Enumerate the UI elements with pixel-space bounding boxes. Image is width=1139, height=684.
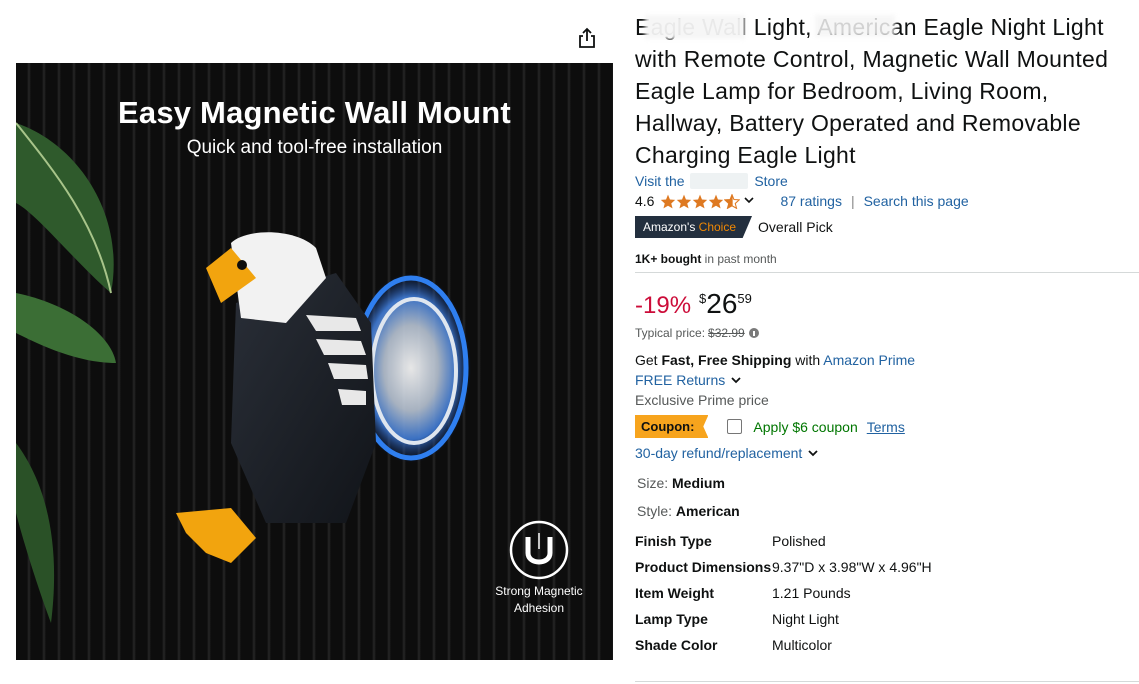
spec-row: Product Dimensions 9.37"D x 3.98"W x 4.96…: [635, 559, 932, 575]
bought-in-past-month: 1K+ bought in past month: [635, 252, 777, 266]
ratings-count-link[interactable]: 87 ratings: [780, 193, 841, 209]
redacted-brand-2: [815, 15, 895, 37]
star-rating[interactable]: [660, 193, 755, 209]
coupon-row: Coupon: Apply $6 coupon Terms: [635, 415, 905, 438]
spec-row: Finish Type Polished: [635, 533, 826, 549]
coupon-terms-link[interactable]: Terms: [867, 419, 905, 435]
coupon-badge: Coupon:: [635, 415, 709, 438]
price-block: -19% $ 26 59: [635, 288, 752, 320]
spec-row: Item Weight 1.21 Pounds: [635, 585, 851, 601]
apply-coupon-checkbox[interactable]: [727, 419, 743, 434]
star-icon: [661, 194, 676, 208]
spec-row: Shade Color Multicolor: [635, 637, 832, 653]
typical-price: Typical price: $32.99: [635, 326, 759, 340]
separator: |: [850, 193, 855, 209]
rating-row: 4.6 87 ratings | Search this page: [635, 193, 969, 209]
choice-text: Overall Pick: [758, 219, 833, 235]
size-selection: Size: Medium: [637, 475, 725, 491]
product-specs-table: Finish Type Polished Product Dimensions 9.…: [635, 531, 1135, 661]
current-price: $ 26 59: [699, 288, 752, 319]
amazon-prime-link[interactable]: Amazon Prime: [823, 352, 915, 368]
refund-policy-link[interactable]: 30-day refund/replacement: [635, 445, 819, 461]
shipping-info: Get Fast, Free Shipping with Amazon Prim…: [635, 352, 916, 368]
style-selection: Style: American: [637, 503, 740, 519]
divider: [635, 681, 1139, 682]
star-icon: [709, 194, 724, 208]
chevron-down-icon: [731, 377, 741, 384]
spec-row: Lamp Type Night Light: [635, 611, 839, 627]
magnet-icon: [509, 520, 569, 580]
rating-value: 4.6: [635, 193, 655, 209]
star-half-icon: [724, 193, 741, 209]
divider: [635, 272, 1139, 273]
visit-store-link[interactable]: Visit the Store: [635, 173, 788, 189]
amazons-choice-badge[interactable]: Amazon's Choice Overall Pick: [635, 216, 833, 238]
hero-subtitle: Quick and tool-free installation: [186, 137, 443, 158]
redacted-brand: [645, 15, 745, 39]
product-main-image[interactable]: Easy Magnetic Wall Mount Quick and tool-…: [16, 63, 613, 660]
hero-badge-text: Strong Magnetic Adhesion: [495, 584, 583, 615]
search-this-page-link[interactable]: Search this page: [864, 193, 969, 209]
exclusive-prime-price: Exclusive Prime price: [635, 392, 769, 408]
info-icon[interactable]: [748, 328, 759, 338]
star-icon: [677, 194, 692, 208]
discount-percent: -19%: [635, 292, 692, 319]
chevron-down-icon: [808, 450, 818, 457]
free-returns-link[interactable]: FREE Returns: [635, 372, 742, 388]
hero-title: Easy Magnetic Wall Mount: [118, 95, 511, 130]
apply-coupon-label[interactable]: Apply $6 coupon: [753, 419, 857, 435]
star-icon: [693, 194, 708, 208]
chevron-down-icon: [744, 196, 755, 203]
redacted-store-name: [690, 173, 749, 189]
share-icon[interactable]: [575, 26, 599, 50]
